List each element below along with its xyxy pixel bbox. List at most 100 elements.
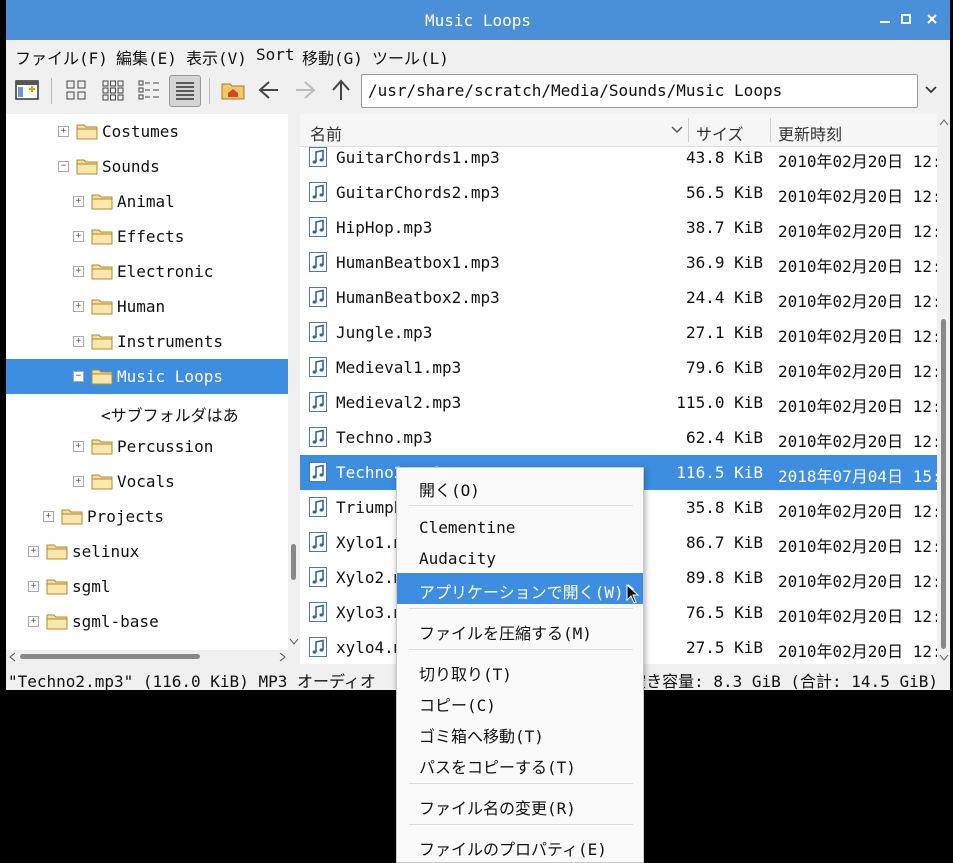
tree-expander-icon[interactable]: + [73,336,84,347]
path-bar[interactable] [361,74,918,108]
file-modified: 2010年02月20日 12:35 [778,222,937,241]
arrow-right-icon [296,81,316,99]
menu-item-copy-path[interactable]: パスをコピーする(T) [397,748,643,779]
folder-icon [91,472,113,490]
tree-expander-icon[interactable]: + [28,581,39,592]
menu-edit[interactable]: 編集(E) [116,45,177,69]
menu-item-copy[interactable]: コピー(C) [397,686,643,717]
tree-expander-icon[interactable]: + [28,616,39,627]
file-name: GuitarChords1.mp3 [336,148,500,167]
tree-expander-icon[interactable]: + [73,441,84,452]
back-button[interactable] [254,75,284,105]
tree-expander-icon[interactable]: + [73,196,84,207]
menu-item-clementine[interactable]: Clementine [397,512,643,543]
tree-item[interactable]: + Electronic [6,254,288,289]
tree-item[interactable]: + Vocals [6,464,288,499]
tree-expander-icon[interactable]: + [73,476,84,487]
audio-file-icon [309,287,327,307]
tree-expander-icon[interactable]: + [73,231,84,242]
forward-button[interactable] [290,75,320,105]
menu-sort[interactable]: Sort [256,45,295,64]
tree-expander-icon[interactable]: + [43,511,54,522]
tree-expander-icon[interactable]: + [73,301,84,312]
file-row[interactable]: Medieval2.mp3 115.0 KiB 2010年02月20日 12:35 [300,385,937,420]
tree-item-label: Effects [117,227,185,246]
tree-expander-icon[interactable]: + [28,546,39,557]
tree-item[interactable]: + Percussion [6,429,288,464]
close-button[interactable] [922,10,942,30]
toolbar [6,70,950,114]
folder-icon [46,577,68,595]
file-modified: 2010年02月20日 12:35 [778,502,937,521]
menu-item-cut[interactable]: 切り取り(T) [397,655,643,686]
tree-item[interactable]: − Music Loops [6,359,288,394]
file-row[interactable]: GuitarChords1.mp3 43.8 KiB 2010年02月20日 12:… [300,140,937,175]
menu-file[interactable]: ファイル(F) [15,45,108,69]
thumbnail-view-button[interactable] [98,75,128,105]
path-history-dropdown[interactable] [918,75,944,105]
tree-hscroll-thumb[interactable] [20,654,200,659]
tree-expander-icon[interactable]: − [73,371,84,382]
tree-expander-icon[interactable]: + [58,126,69,137]
home-button[interactable] [218,75,248,105]
menu-item-move-to-trash[interactable]: ゴミ箱へ移動(T) [397,717,643,748]
tree-item[interactable]: <サブフォルダはあ [6,394,288,429]
file-size: 116.5 KiB [676,463,763,482]
new-window-button[interactable] [12,75,42,105]
file-row[interactable]: Medieval1.mp3 79.6 KiB 2010年02月20日 12:35 [300,350,937,385]
menu-item-open[interactable]: 開く(O) [397,471,643,502]
tree-scroll-thumb[interactable] [291,544,296,580]
tree-item-label: Percussion [117,437,214,456]
file-size: 43.8 KiB [685,148,763,167]
file-modified: 2010年02月20日 12:35 [778,537,937,556]
file-list-scroll-thumb[interactable] [941,319,946,649]
file-list-vertical-scrollbar[interactable] [937,114,950,664]
tree-item[interactable]: + selinux [6,534,288,569]
menu-view[interactable]: 表示(V) [186,45,247,69]
tree-item[interactable]: + Human [6,289,288,324]
audio-file-icon [309,497,327,517]
tree-vertical-scrollbar[interactable] [288,114,300,650]
menu-item-open-with[interactable]: アプリケーションで開く(W) [397,573,643,604]
tree-item[interactable]: + Effects [6,219,288,254]
file-row[interactable]: GuitarChords2.mp3 56.5 KiB 2010年02月20日 12:… [300,175,937,210]
folder-icon [91,367,113,385]
detailed-list-view-button[interactable] [169,75,201,107]
menu-item-compress[interactable]: ファイルを圧縮する(M) [397,614,643,645]
scroll-right-arrow-icon [279,652,286,662]
icon-view-button[interactable] [61,75,91,105]
menu-item-properties[interactable]: ファイルのプロパティ(E) [397,830,643,861]
tree-expander-icon[interactable]: + [73,266,84,277]
tree-item[interactable]: + Animal [6,184,288,219]
file-row[interactable]: HumanBeatbox2.mp3 24.4 KiB 2010年02月20日 12:… [300,280,937,315]
menu-item-rename[interactable]: ファイル名の変更(R) [397,789,643,820]
tree-item[interactable]: + sgml-base [6,604,288,639]
tree-item[interactable]: + Costumes [6,114,288,149]
context-menu: 開く(O) Clementine Audacity アプリケーションで開く(W)… [396,467,644,863]
minimize-button[interactable] [875,10,895,30]
menu-item-audacity[interactable]: Audacity [397,543,643,574]
path-input[interactable] [368,81,908,100]
menu-go[interactable]: 移動(G) [302,45,363,69]
menu-tools[interactable]: ツール(L) [372,45,449,69]
up-button[interactable] [326,75,356,105]
folder-icon [91,227,113,245]
tree-horizontal-scrollbar[interactable] [6,650,300,664]
tree-item[interactable]: + Projects [6,499,288,534]
tree-item[interactable]: − Sounds [6,149,288,184]
directory-tree[interactable]: + Costumes − Sounds + Animal + Effects + Electron… [6,114,288,650]
tree-expander-icon[interactable]: − [58,161,69,172]
file-modified: 2018年07月04日 15:37 [778,467,937,486]
file-row[interactable]: Jungle.mp3 27.1 KiB 2010年02月20日 12:35 [300,315,937,350]
status-disk-space: 空き容量: 8.3 GiB (合計: 14.5 GiB) [630,672,938,691]
compact-view-button[interactable] [134,75,164,105]
tree-item[interactable]: + Instruments [6,324,288,359]
file-row[interactable]: HipHop.mp3 38.7 KiB 2010年02月20日 12:35 [300,210,937,245]
file-size: 89.8 KiB [685,568,763,587]
maximize-button[interactable] [896,10,916,30]
file-name: HumanBeatbox2.mp3 [336,288,500,307]
file-row[interactable]: HumanBeatbox1.mp3 36.9 KiB 2010年02月20日 12:… [300,245,937,280]
file-row[interactable]: Techno.mp3 62.4 KiB 2010年02月20日 12:35 [300,420,937,455]
tree-item[interactable]: + sgml [6,569,288,604]
tree-item-label: Music Loops [117,367,223,386]
